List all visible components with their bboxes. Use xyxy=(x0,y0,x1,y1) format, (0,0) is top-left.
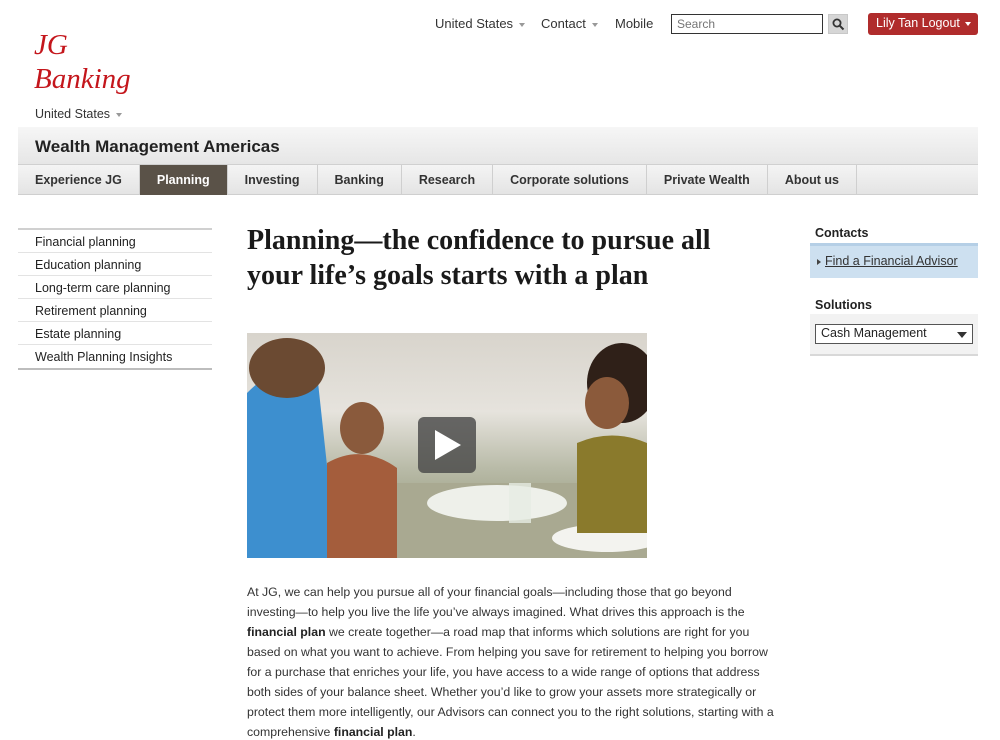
logout-label: Lily Tan Logout xyxy=(876,16,960,30)
section-title: Wealth Management Americas xyxy=(35,137,280,156)
sidebar-item-long-term-care-planning[interactable]: Long-term care planning xyxy=(18,276,212,299)
logo-line-1: JG xyxy=(34,29,68,61)
country-selector[interactable]: United States xyxy=(435,16,526,31)
solutions-heading: Solutions xyxy=(815,298,872,312)
mobile-link[interactable]: Mobile xyxy=(615,16,653,31)
nav-tab-private-wealth[interactable]: Private Wealth xyxy=(647,165,768,195)
arrow-right-icon xyxy=(817,259,821,265)
region-selector[interactable]: United States xyxy=(35,107,123,121)
contacts-heading: Contacts xyxy=(815,226,869,240)
nav-tab-corporate-solutions[interactable]: Corporate solutions xyxy=(493,165,647,195)
intro-bold-2: financial plan xyxy=(333,725,413,739)
country-selector-label: United States xyxy=(435,16,514,31)
logout-button[interactable]: Lily Tan Logout xyxy=(868,13,978,35)
nav-tab-banking[interactable]: Banking xyxy=(318,165,402,195)
nav-tab-planning[interactable]: Planning xyxy=(139,165,228,195)
video-player[interactable] xyxy=(247,333,647,558)
chevron-down-icon xyxy=(519,22,526,27)
sidebar-item-wealth-planning-insights[interactable]: Wealth Planning Insights xyxy=(18,345,212,368)
intro-text-2: we create together—a road map that infor… xyxy=(247,625,774,739)
search-input[interactable] xyxy=(671,14,823,34)
utility-bar: United States Contact Mobile Lily Tan Lo… xyxy=(0,13,1000,36)
search-icon xyxy=(832,18,845,31)
find-advisor-link[interactable]: Find a Financial Advisor xyxy=(825,254,958,268)
chevron-down-icon xyxy=(957,332,967,338)
chevron-down-icon xyxy=(591,22,598,27)
nav-tab-about-us[interactable]: About us xyxy=(768,165,857,195)
nav-tab-experience-jg[interactable]: Experience JG xyxy=(18,165,140,195)
solutions-select-value: Cash Management xyxy=(821,326,927,340)
nav-tab-research[interactable]: Research xyxy=(402,165,494,195)
nav-tab-investing[interactable]: Investing xyxy=(228,165,318,195)
solutions-select[interactable]: Cash Management xyxy=(815,324,973,344)
chevron-down-icon xyxy=(116,112,123,117)
solutions-box: Cash Management xyxy=(810,314,978,356)
main-nav: Experience JG Planning Investing Banking… xyxy=(18,165,978,195)
play-icon xyxy=(435,430,461,460)
contact-menu-label: Contact xyxy=(541,16,586,31)
section-title-band: Wealth Management Americas xyxy=(18,127,978,165)
sidebar: Financial planning Education planning Lo… xyxy=(18,228,212,370)
intro-bold-1: financial plan xyxy=(247,625,326,639)
page-headline: Planning—the confidence to pursue all yo… xyxy=(247,225,711,291)
logo[interactable]: JG Banking xyxy=(34,28,131,96)
intro-paragraph: At JG, we can help you pursue all of you… xyxy=(247,582,777,740)
intro-text-1: At JG, we can help you pursue all of you… xyxy=(247,585,745,619)
chevron-down-icon xyxy=(964,21,971,26)
sidebar-item-financial-planning[interactable]: Financial planning xyxy=(18,230,212,253)
sidebar-item-estate-planning[interactable]: Estate planning xyxy=(18,322,212,345)
contacts-box: Find a Financial Advisor xyxy=(810,243,978,278)
contact-menu[interactable]: Contact xyxy=(541,16,598,31)
intro-text-3: . xyxy=(412,725,416,739)
play-button[interactable] xyxy=(418,417,476,473)
region-label: United States xyxy=(35,107,111,121)
logo-line-2: Banking xyxy=(34,63,131,95)
search-button[interactable] xyxy=(828,14,848,34)
sidebar-item-retirement-planning[interactable]: Retirement planning xyxy=(18,299,212,322)
sidebar-item-education-planning[interactable]: Education planning xyxy=(18,253,212,276)
